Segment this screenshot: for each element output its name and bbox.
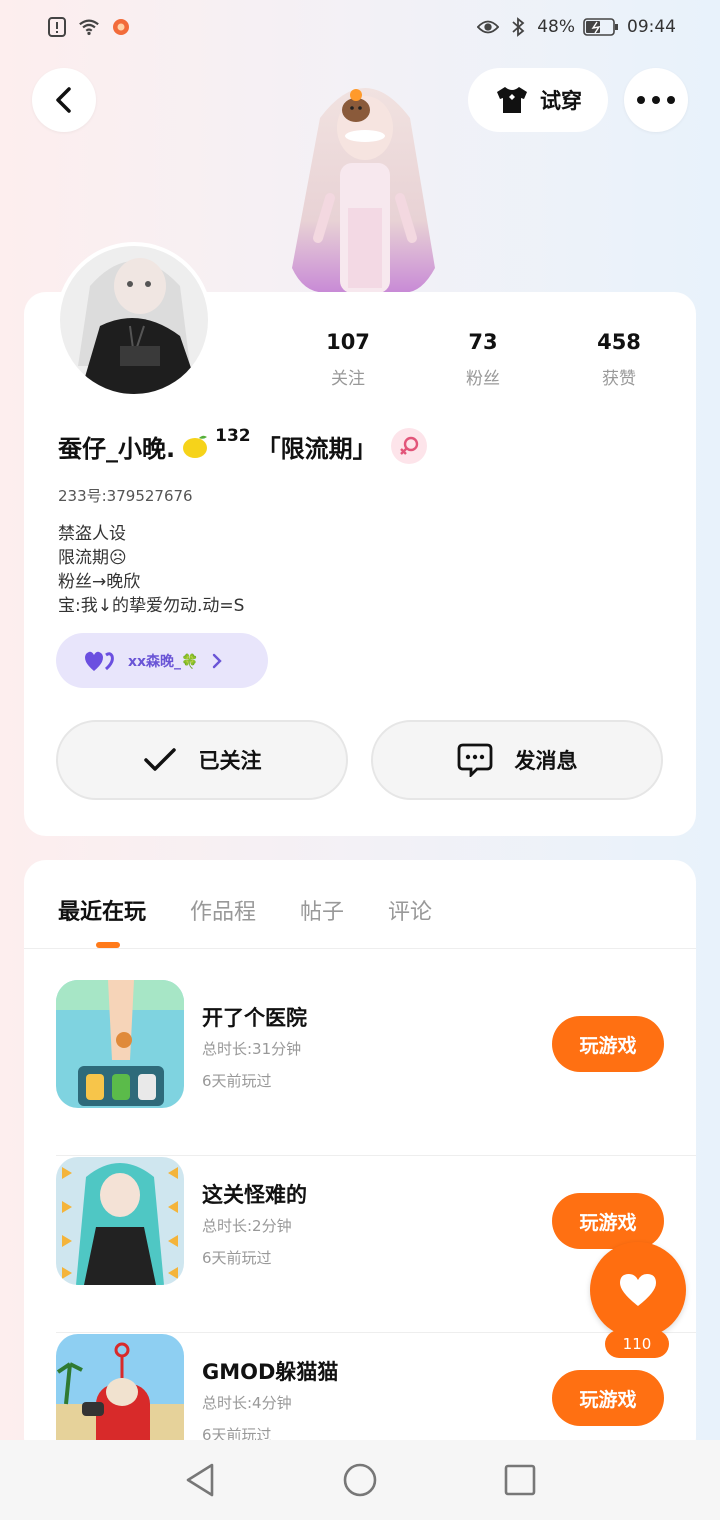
sim-alert-icon	[46, 16, 68, 38]
bio-line: 粉丝→晚欣	[58, 572, 141, 592]
play-game-button[interactable]: 玩游戏	[552, 1016, 664, 1072]
username-row: 蚕仔_小晚. 132 「限流期」	[58, 426, 427, 464]
game-thumbnail[interactable]	[56, 980, 184, 1108]
stat-fans[interactable]: 73 粉丝	[438, 330, 528, 389]
eye-icon	[477, 16, 500, 38]
tshirt-icon	[497, 87, 527, 113]
game-thumbnail[interactable]	[56, 1157, 184, 1285]
bio-line: 禁盗人设	[58, 524, 126, 544]
status-bar: 48% 09:44	[0, 0, 720, 58]
try-on-label: 试穿	[540, 89, 582, 113]
lemon-icon	[181, 432, 209, 460]
follow-button[interactable]: 已关注	[56, 720, 348, 800]
message-button[interactable]: 发消息	[371, 720, 663, 800]
game-name: 这关怪难的	[202, 1183, 307, 1207]
nav-home-button[interactable]	[342, 1462, 378, 1498]
stat-label: 粉丝	[466, 369, 500, 389]
heart-icon	[620, 1274, 656, 1306]
square-recents-icon	[504, 1464, 536, 1496]
stat-following[interactable]: 107 关注	[303, 330, 393, 389]
back-button[interactable]	[32, 68, 96, 132]
cp-relation-pill[interactable]: xx森晚_🍀	[56, 633, 268, 688]
message-label: 发消息	[514, 749, 578, 773]
stat-value: 107	[326, 330, 370, 354]
user-level: 132	[215, 426, 251, 446]
chevron-right-icon	[212, 653, 222, 668]
game-name: GMOD躲猫猫	[202, 1360, 339, 1384]
bio-line: 限流期☹	[58, 548, 127, 568]
avatar[interactable]	[56, 242, 212, 398]
divider	[24, 948, 696, 949]
more-button[interactable]	[624, 68, 688, 132]
user-id: 233号:379527676	[58, 487, 193, 505]
game-name: 开了个医院	[202, 1006, 307, 1030]
game-last-played: 6天前玩过	[202, 1249, 272, 1267]
username: 蚕仔_小晚.	[58, 434, 176, 463]
clock: 09:44	[627, 17, 676, 37]
tab-bar: 最近在玩 作品程 帖子 评论	[58, 894, 432, 926]
notification-app-icon	[110, 16, 132, 38]
try-on-button[interactable]: 试穿	[468, 68, 608, 132]
like-fab-button[interactable]	[590, 1242, 686, 1338]
stat-value: 458	[597, 330, 641, 354]
triangle-back-icon	[186, 1463, 214, 1497]
tab-works[interactable]: 作品程	[190, 894, 256, 926]
stat-value: 73	[468, 330, 498, 354]
system-nav-bar	[0, 1440, 720, 1520]
stat-label: 获赞	[602, 369, 636, 389]
bio-line: 宝:我↓的挚爱勿动.动=S	[58, 596, 245, 616]
double-heart-icon	[85, 651, 114, 671]
game-duration: 总时长:2分钟	[202, 1217, 292, 1235]
like-count-badge: 110	[605, 1330, 669, 1358]
tab-posts[interactable]: 帖子	[300, 894, 344, 926]
back-arrow-icon	[56, 87, 71, 113]
battery-icon	[583, 16, 619, 38]
character-illustration[interactable]	[270, 58, 460, 296]
game-last-played: 6天前玩过	[202, 1072, 272, 1090]
tab-comments[interactable]: 评论	[388, 894, 432, 926]
stat-likes[interactable]: 458 获赞	[574, 330, 664, 389]
nav-recents-button[interactable]	[502, 1462, 538, 1498]
play-game-button[interactable]: 玩游戏	[552, 1370, 664, 1426]
nav-back-button[interactable]	[182, 1462, 218, 1498]
game-duration: 总时长:31分钟	[202, 1040, 302, 1058]
game-duration: 总时长:4分钟	[202, 1394, 292, 1412]
game-list-item[interactable]: 开了个医院 总时长:31分钟 6天前玩过 玩游戏	[56, 980, 696, 1156]
circle-home-icon	[343, 1463, 377, 1497]
more-dots-icon	[637, 96, 675, 104]
bluetooth-icon	[507, 16, 529, 38]
wifi-icon	[78, 16, 100, 38]
cp-name: xx森晚_🍀	[128, 653, 199, 670]
chat-bubble-icon	[457, 743, 492, 777]
content-card: 最近在玩 作品程 帖子 评论 开了个医院 总时长:31分钟 6天前玩过 玩游戏	[24, 860, 696, 1460]
divider	[56, 1155, 696, 1156]
username-suffix: 「限流期」	[256, 434, 377, 463]
bio: 禁盗人设 限流期☹ 粉丝→晚欣 宝:我↓的挚爱勿动.动=S	[58, 522, 244, 618]
female-gender-icon	[390, 428, 427, 464]
stat-label: 关注	[331, 369, 365, 389]
tab-recently-played[interactable]: 最近在玩	[58, 894, 146, 926]
follow-label: 已关注	[198, 749, 262, 773]
checkmark-icon	[143, 748, 176, 771]
divider	[56, 1332, 696, 1333]
battery-percent: 48%	[537, 17, 575, 37]
play-game-button[interactable]: 玩游戏	[552, 1193, 664, 1249]
